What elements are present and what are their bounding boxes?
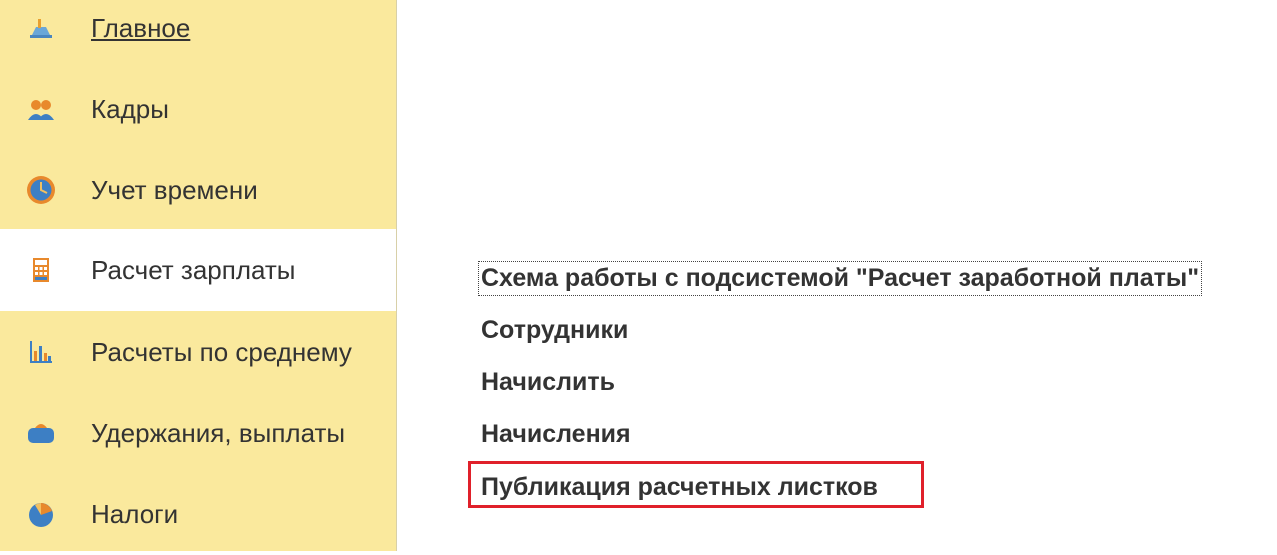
people-icon bbox=[24, 92, 58, 126]
wallet-icon bbox=[24, 416, 58, 450]
sidebar-item-average[interactable]: Расчеты по среднему bbox=[0, 311, 396, 393]
sidebar-item-label: Расчеты по среднему bbox=[91, 336, 352, 367]
highlight-frame bbox=[468, 461, 924, 508]
command-accruals[interactable]: Начисления bbox=[481, 420, 631, 449]
sidebar-item-label: Удержания, выплаты bbox=[91, 417, 346, 448]
home-desk-icon bbox=[24, 11, 58, 45]
sidebar-item-label: Учет времени bbox=[91, 174, 258, 205]
clock-icon bbox=[24, 173, 58, 207]
command-payroll-scheme[interactable]: Схема работы с подсистемой "Расчет зараб… bbox=[477, 261, 1203, 296]
command-accrue[interactable]: Начислить bbox=[481, 368, 615, 397]
sidebar-item-taxes[interactable]: Налоги bbox=[0, 473, 396, 555]
sidebar-item-deductions[interactable]: Удержания, выплаты bbox=[0, 392, 396, 474]
sidebar-item-main[interactable]: Главное bbox=[0, 0, 396, 69]
sidebar-item-payroll[interactable]: Расчет зарплаты bbox=[0, 229, 396, 311]
bar-chart-icon bbox=[24, 335, 58, 369]
command-employees[interactable]: Сотрудники bbox=[481, 316, 628, 345]
sidebar-item-label: Налоги bbox=[91, 498, 179, 529]
sidebar-item-hr[interactable]: Кадры bbox=[0, 68, 396, 150]
sidebar-item-label: Расчет зарплаты bbox=[91, 254, 296, 285]
calculator-icon bbox=[24, 253, 58, 287]
sidebar: Главное Кадры Учет времени Расчет зарпла… bbox=[0, 0, 397, 551]
commands-panel: Схема работы с подсистемой "Расчет зараб… bbox=[397, 0, 1277, 551]
pie-chart-icon bbox=[24, 497, 58, 531]
sidebar-item-label: Главное bbox=[91, 12, 191, 43]
sidebar-item-time[interactable]: Учет времени bbox=[0, 149, 396, 231]
sidebar-item-label: Кадры bbox=[91, 93, 169, 124]
